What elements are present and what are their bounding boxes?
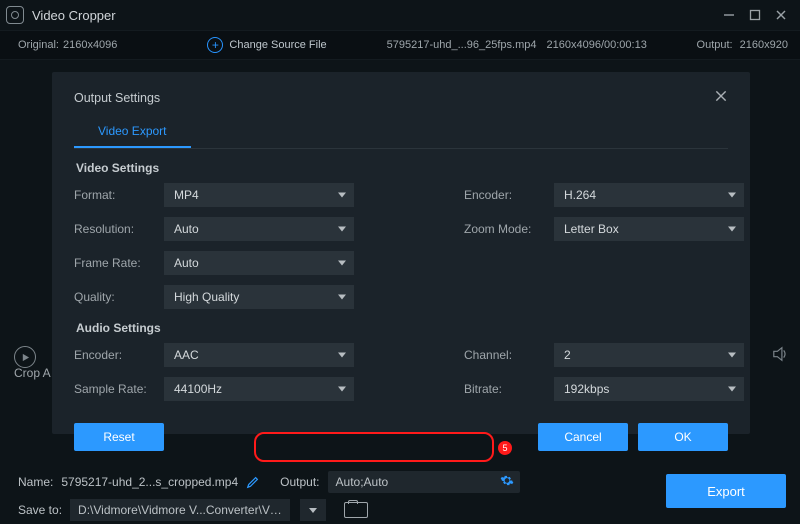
channel-select[interactable]: 2 xyxy=(554,343,744,367)
cancel-button[interactable]: Cancel xyxy=(538,423,628,451)
chevron-down-icon xyxy=(338,261,346,266)
export-button[interactable]: Export xyxy=(666,474,786,508)
zoom-mode-label: Zoom Mode: xyxy=(464,222,554,236)
titlebar: Video Cropper xyxy=(0,0,800,30)
chevron-down-icon xyxy=(728,227,736,232)
dialog-close-button[interactable] xyxy=(714,89,728,108)
output-dimensions: Output: 2160x920 xyxy=(697,39,788,51)
quality-label: Quality: xyxy=(74,290,164,304)
audio-encoder-select[interactable]: AAC xyxy=(164,343,354,367)
chevron-down-icon xyxy=(728,353,736,358)
play-icon[interactable] xyxy=(14,346,36,368)
tab-video-export[interactable]: Video Export xyxy=(74,118,191,148)
dialog-title: Output Settings xyxy=(74,91,160,105)
chevron-down-icon xyxy=(338,227,346,232)
app-title: Video Cropper xyxy=(32,8,116,23)
sample-rate-select[interactable]: 44100Hz xyxy=(164,377,354,401)
chevron-down-icon xyxy=(338,353,346,358)
minimize-button[interactable] xyxy=(716,5,742,25)
chevron-down-icon xyxy=(728,193,736,198)
bitrate-select[interactable]: 192kbps xyxy=(554,377,744,401)
frame-rate-label: Frame Rate: xyxy=(74,256,164,270)
dialog-tabbar: Video Export xyxy=(74,118,728,149)
maximize-button[interactable] xyxy=(742,5,768,25)
output-label: Output: xyxy=(280,475,319,489)
info-strip: Original: 2160x4096 + Change Source File… xyxy=(0,30,800,60)
speaker-icon[interactable] xyxy=(772,346,790,362)
channel-label: Channel: xyxy=(464,348,554,362)
ok-button[interactable]: OK xyxy=(638,423,728,451)
output-preset-value: Auto;Auto xyxy=(336,475,389,489)
frame-rate-select[interactable]: Auto xyxy=(164,251,354,275)
reset-button[interactable]: Reset xyxy=(74,423,164,451)
bitrate-label: Bitrate: xyxy=(464,382,554,396)
source-filename: 5795217-uhd_...96_25fps.mp4 xyxy=(387,39,537,51)
encoder-label: Encoder: xyxy=(464,188,554,202)
plus-icon: + xyxy=(207,37,223,53)
app-logo-icon xyxy=(6,6,24,24)
name-value: 5795217-uhd_2...s_cropped.mp4 xyxy=(61,475,238,489)
gear-icon[interactable] xyxy=(500,474,514,491)
close-button[interactable] xyxy=(768,5,794,25)
zoom-mode-select[interactable]: Letter Box xyxy=(554,217,744,241)
quality-select[interactable]: High Quality xyxy=(164,285,354,309)
change-source-button[interactable]: + Change Source File xyxy=(207,37,326,53)
original-value: 2160x4096 xyxy=(63,39,117,51)
format-select[interactable]: MP4 xyxy=(164,183,354,207)
audio-encoder-label: Encoder: xyxy=(74,348,164,362)
chevron-down-icon xyxy=(338,387,346,392)
chevron-down-icon xyxy=(728,387,736,392)
chevron-down-icon xyxy=(309,508,317,513)
source-meta: 2160x4096/00:00:13 xyxy=(547,39,647,51)
original-label: Original: xyxy=(18,39,59,51)
saveto-path[interactable]: D:\Vidmore\Vidmore V...Converter\Video C… xyxy=(70,499,290,521)
chevron-down-icon xyxy=(338,295,346,300)
video-settings-heading: Video Settings xyxy=(76,161,728,175)
audio-settings-heading: Audio Settings xyxy=(76,321,728,335)
format-label: Format: xyxy=(74,188,164,202)
change-source-label: Change Source File xyxy=(229,39,326,51)
open-folder-button[interactable] xyxy=(344,502,368,518)
annotation-badge: 5 xyxy=(498,441,512,455)
output-preset-field[interactable]: Auto;Auto xyxy=(328,471,520,493)
resolution-label: Resolution: xyxy=(74,222,164,236)
resolution-select[interactable]: Auto xyxy=(164,217,354,241)
rename-button[interactable] xyxy=(246,475,260,489)
crop-area-label: Crop A xyxy=(14,366,51,380)
output-settings-dialog: Output Settings Video Export Video Setti… xyxy=(52,72,750,434)
name-label: Name: xyxy=(18,475,53,489)
video-encoder-select[interactable]: H.264 xyxy=(554,183,744,207)
chevron-down-icon xyxy=(338,193,346,198)
saveto-label: Save to: xyxy=(18,503,62,517)
sample-rate-label: Sample Rate: xyxy=(74,382,164,396)
app-root: Video Cropper Original: 2160x4096 + Chan… xyxy=(0,0,800,524)
saveto-dropdown[interactable] xyxy=(300,499,326,521)
